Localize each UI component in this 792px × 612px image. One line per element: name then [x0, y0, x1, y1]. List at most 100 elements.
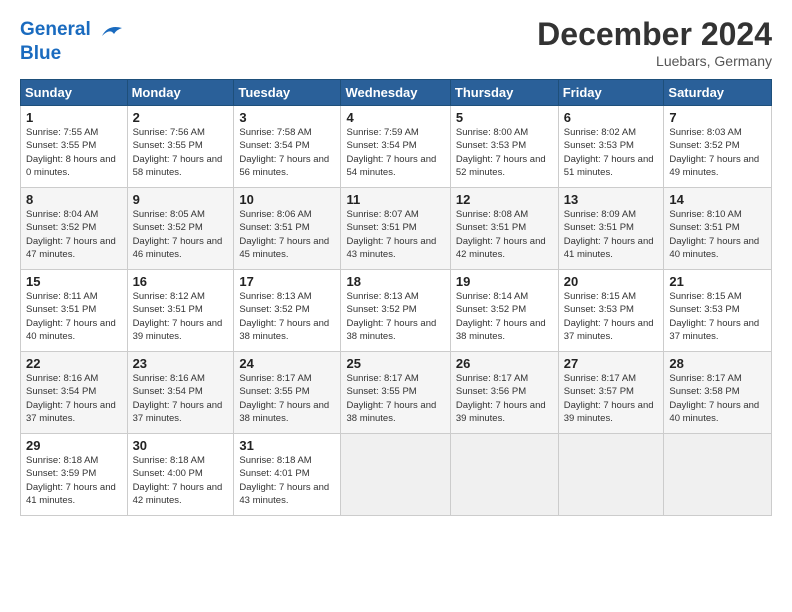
calendar-cell: 7Sunrise: 8:03 AMSunset: 3:52 PMDaylight… [664, 106, 772, 188]
calendar-cell: 10Sunrise: 8:06 AMSunset: 3:51 PMDayligh… [234, 188, 341, 270]
day-info: Sunrise: 8:12 AMSunset: 3:51 PMDaylight:… [133, 290, 229, 343]
day-number: 19 [456, 274, 553, 289]
day-info: Sunrise: 8:16 AMSunset: 3:54 PMDaylight:… [26, 372, 122, 425]
day-info: Sunrise: 8:00 AMSunset: 3:53 PMDaylight:… [456, 126, 553, 179]
day-number: 11 [346, 192, 444, 207]
logo: General Blue [20, 16, 126, 65]
calendar-cell: 28Sunrise: 8:17 AMSunset: 3:58 PMDayligh… [664, 352, 772, 434]
calendar-cell: 18Sunrise: 8:13 AMSunset: 3:52 PMDayligh… [341, 270, 450, 352]
day-number: 9 [133, 192, 229, 207]
day-info: Sunrise: 8:18 AMSunset: 3:59 PMDaylight:… [26, 454, 122, 507]
day-info: Sunrise: 8:15 AMSunset: 3:53 PMDaylight:… [564, 290, 659, 343]
calendar-cell [664, 434, 772, 516]
day-info: Sunrise: 8:03 AMSunset: 3:52 PMDaylight:… [669, 126, 766, 179]
calendar-cell: 29Sunrise: 8:18 AMSunset: 3:59 PMDayligh… [21, 434, 128, 516]
day-number: 21 [669, 274, 766, 289]
day-info: Sunrise: 7:59 AMSunset: 3:54 PMDaylight:… [346, 126, 444, 179]
day-info: Sunrise: 8:18 AMSunset: 4:01 PMDaylight:… [239, 454, 335, 507]
day-info: Sunrise: 8:18 AMSunset: 4:00 PMDaylight:… [133, 454, 229, 507]
location: Luebars, Germany [537, 53, 772, 69]
weekday-header-saturday: Saturday [664, 80, 772, 106]
calendar-cell: 23Sunrise: 8:16 AMSunset: 3:54 PMDayligh… [127, 352, 234, 434]
day-info: Sunrise: 8:05 AMSunset: 3:52 PMDaylight:… [133, 208, 229, 261]
month-title: December 2024 [537, 16, 772, 53]
day-info: Sunrise: 8:13 AMSunset: 3:52 PMDaylight:… [346, 290, 444, 343]
day-number: 3 [239, 110, 335, 125]
calendar-cell: 12Sunrise: 8:08 AMSunset: 3:51 PMDayligh… [450, 188, 558, 270]
day-info: Sunrise: 7:56 AMSunset: 3:55 PMDaylight:… [133, 126, 229, 179]
calendar-cell: 15Sunrise: 8:11 AMSunset: 3:51 PMDayligh… [21, 270, 128, 352]
calendar-cell: 13Sunrise: 8:09 AMSunset: 3:51 PMDayligh… [558, 188, 664, 270]
day-number: 23 [133, 356, 229, 371]
day-info: Sunrise: 8:17 AMSunset: 3:57 PMDaylight:… [564, 372, 659, 425]
calendar-cell: 3Sunrise: 7:58 AMSunset: 3:54 PMDaylight… [234, 106, 341, 188]
logo-blue: Blue [20, 44, 126, 65]
day-number: 22 [26, 356, 122, 371]
day-number: 31 [239, 438, 335, 453]
day-info: Sunrise: 7:55 AMSunset: 3:55 PMDaylight:… [26, 126, 122, 179]
calendar-cell: 30Sunrise: 8:18 AMSunset: 4:00 PMDayligh… [127, 434, 234, 516]
weekday-header-thursday: Thursday [450, 80, 558, 106]
day-info: Sunrise: 8:04 AMSunset: 3:52 PMDaylight:… [26, 208, 122, 261]
calendar-cell: 6Sunrise: 8:02 AMSunset: 3:53 PMDaylight… [558, 106, 664, 188]
page: General Blue December 2024 Luebars, Germ… [0, 0, 792, 612]
weekday-header-tuesday: Tuesday [234, 80, 341, 106]
day-info: Sunrise: 8:07 AMSunset: 3:51 PMDaylight:… [346, 208, 444, 261]
day-number: 4 [346, 110, 444, 125]
day-info: Sunrise: 8:02 AMSunset: 3:53 PMDaylight:… [564, 126, 659, 179]
day-number: 20 [564, 274, 659, 289]
day-number: 2 [133, 110, 229, 125]
calendar-cell [450, 434, 558, 516]
calendar-cell: 4Sunrise: 7:59 AMSunset: 3:54 PMDaylight… [341, 106, 450, 188]
day-number: 14 [669, 192, 766, 207]
calendar-cell: 26Sunrise: 8:17 AMSunset: 3:56 PMDayligh… [450, 352, 558, 434]
day-number: 27 [564, 356, 659, 371]
calendar-cell: 27Sunrise: 8:17 AMSunset: 3:57 PMDayligh… [558, 352, 664, 434]
title-block: December 2024 Luebars, Germany [537, 16, 772, 69]
calendar-cell: 25Sunrise: 8:17 AMSunset: 3:55 PMDayligh… [341, 352, 450, 434]
day-info: Sunrise: 7:58 AMSunset: 3:54 PMDaylight:… [239, 126, 335, 179]
header: General Blue December 2024 Luebars, Germ… [20, 16, 772, 69]
calendar-cell: 22Sunrise: 8:16 AMSunset: 3:54 PMDayligh… [21, 352, 128, 434]
day-number: 12 [456, 192, 553, 207]
calendar-cell: 24Sunrise: 8:17 AMSunset: 3:55 PMDayligh… [234, 352, 341, 434]
logo-general: General [20, 19, 91, 40]
day-number: 5 [456, 110, 553, 125]
calendar-cell [558, 434, 664, 516]
calendar-cell: 20Sunrise: 8:15 AMSunset: 3:53 PMDayligh… [558, 270, 664, 352]
weekday-header-monday: Monday [127, 80, 234, 106]
day-number: 10 [239, 192, 335, 207]
day-info: Sunrise: 8:09 AMSunset: 3:51 PMDaylight:… [564, 208, 659, 261]
day-number: 1 [26, 110, 122, 125]
day-info: Sunrise: 8:13 AMSunset: 3:52 PMDaylight:… [239, 290, 335, 343]
weekday-header-wednesday: Wednesday [341, 80, 450, 106]
day-info: Sunrise: 8:17 AMSunset: 3:58 PMDaylight:… [669, 372, 766, 425]
day-number: 29 [26, 438, 122, 453]
calendar-cell [341, 434, 450, 516]
calendar-cell: 11Sunrise: 8:07 AMSunset: 3:51 PMDayligh… [341, 188, 450, 270]
calendar-cell: 31Sunrise: 8:18 AMSunset: 4:01 PMDayligh… [234, 434, 341, 516]
day-number: 24 [239, 356, 335, 371]
day-number: 18 [346, 274, 444, 289]
calendar-cell: 17Sunrise: 8:13 AMSunset: 3:52 PMDayligh… [234, 270, 341, 352]
day-info: Sunrise: 8:17 AMSunset: 3:55 PMDaylight:… [346, 372, 444, 425]
calendar-cell: 1Sunrise: 7:55 AMSunset: 3:55 PMDaylight… [21, 106, 128, 188]
calendar-cell: 16Sunrise: 8:12 AMSunset: 3:51 PMDayligh… [127, 270, 234, 352]
weekday-header-sunday: Sunday [21, 80, 128, 106]
day-number: 28 [669, 356, 766, 371]
day-number: 30 [133, 438, 229, 453]
day-info: Sunrise: 8:15 AMSunset: 3:53 PMDaylight:… [669, 290, 766, 343]
day-info: Sunrise: 8:17 AMSunset: 3:55 PMDaylight:… [239, 372, 335, 425]
day-info: Sunrise: 8:16 AMSunset: 3:54 PMDaylight:… [133, 372, 229, 425]
day-info: Sunrise: 8:17 AMSunset: 3:56 PMDaylight:… [456, 372, 553, 425]
day-info: Sunrise: 8:08 AMSunset: 3:51 PMDaylight:… [456, 208, 553, 261]
day-number: 7 [669, 110, 766, 125]
day-number: 16 [133, 274, 229, 289]
day-info: Sunrise: 8:14 AMSunset: 3:52 PMDaylight:… [456, 290, 553, 343]
weekday-header-friday: Friday [558, 80, 664, 106]
day-number: 6 [564, 110, 659, 125]
day-info: Sunrise: 8:11 AMSunset: 3:51 PMDaylight:… [26, 290, 122, 343]
calendar-cell: 8Sunrise: 8:04 AMSunset: 3:52 PMDaylight… [21, 188, 128, 270]
calendar-cell: 5Sunrise: 8:00 AMSunset: 3:53 PMDaylight… [450, 106, 558, 188]
calendar-cell: 21Sunrise: 8:15 AMSunset: 3:53 PMDayligh… [664, 270, 772, 352]
